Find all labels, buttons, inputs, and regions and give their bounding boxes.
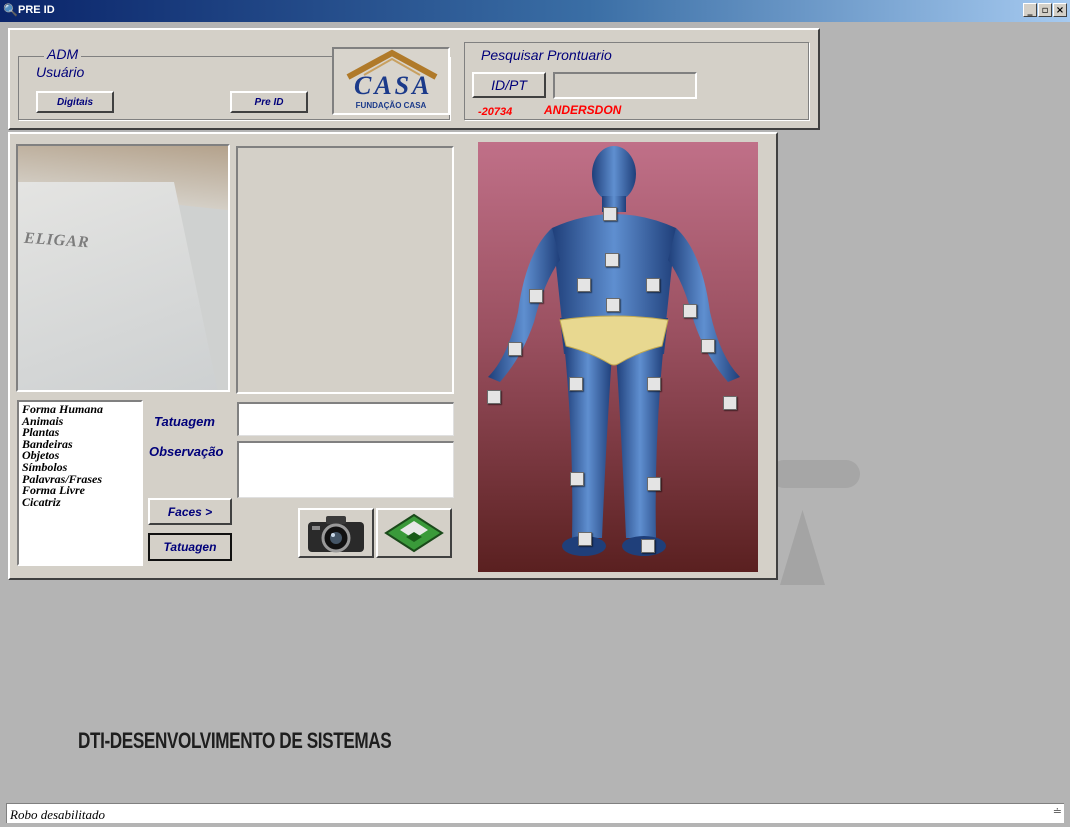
body-marker-neck[interactable]	[603, 207, 617, 221]
title-bar: 🔍 PRE ID _ ▫ ×	[0, 0, 1070, 22]
record-number: -20734	[478, 106, 513, 118]
tatuagen-button[interactable]: Tatuagen	[148, 533, 232, 561]
body-marker-left-shoulder[interactable]	[646, 278, 660, 292]
record-name: ANDERSDON	[544, 103, 622, 117]
category-item[interactable]: Cicatriz	[22, 496, 138, 509]
tattoo-category-list[interactable]: Forma Humana Animais Plantas Bandeiras Objet…	[17, 400, 143, 566]
body-marker-left-forearm[interactable]	[701, 339, 715, 353]
minimize-button[interactable]: _	[1023, 3, 1037, 17]
observacao-label: Observação	[149, 444, 224, 459]
webcam-preview: ELIGAR	[16, 144, 230, 392]
body-marker-left-thigh[interactable]	[647, 377, 661, 391]
floppy-disk-icon	[384, 513, 444, 553]
save-button[interactable]	[376, 508, 452, 558]
observacao-input[interactable]	[237, 441, 454, 498]
body-marker-right-hand[interactable]	[487, 390, 501, 404]
preid-button[interactable]: Pre ID	[230, 91, 308, 113]
body-map	[478, 142, 758, 572]
tatuagem-label: Tatuagem	[154, 414, 215, 429]
body-marker-right-forearm[interactable]	[508, 342, 522, 356]
logo-caption: FUNDAÇÃO CASA	[355, 101, 427, 110]
fundacao-casa-logo: CASA FUNDAÇÃO CASA	[332, 47, 450, 115]
watermark-shape	[770, 460, 860, 488]
photo-slot	[236, 146, 454, 394]
logo-brand: CASA	[354, 71, 433, 100]
close-button[interactable]: ×	[1053, 3, 1067, 17]
capture-photo-button[interactable]	[298, 508, 374, 558]
search-group-title: Pesquisar Prontuario	[478, 47, 615, 63]
body-marker-left-foot[interactable]	[641, 539, 655, 553]
status-text: Robo desabilitado	[10, 807, 105, 822]
body-marker-right-foot[interactable]	[578, 532, 592, 546]
webcam-scene	[18, 182, 218, 390]
tatuagem-input[interactable]	[237, 402, 454, 436]
body-marker-left-hand[interactable]	[723, 396, 737, 410]
status-bar: Robo desabilitado ≐	[6, 803, 1064, 823]
body-marker-right-shoulder[interactable]	[577, 278, 591, 292]
body-marker-chest[interactable]	[605, 253, 619, 267]
resize-grip-icon[interactable]: ≐	[1053, 805, 1062, 818]
body-marker-right-thigh[interactable]	[569, 377, 583, 391]
body-marker-left-shin[interactable]	[647, 477, 661, 491]
magnifier-icon: 🔍	[3, 3, 18, 17]
digitais-button[interactable]: Digitais	[36, 91, 114, 113]
watermark-text: DTI-DESENVOLVIMENTO DE SISTEMAS	[78, 728, 392, 753]
user-group-title: ADM	[44, 46, 82, 62]
faces-button[interactable]: Faces >	[148, 498, 232, 525]
body-figure-icon	[488, 146, 740, 556]
window-controls: _ ▫ ×	[1023, 3, 1067, 17]
body-marker-left-arm[interactable]	[683, 304, 697, 318]
body-marker-right-shin[interactable]	[570, 472, 584, 486]
user-group-subtitle: Usuário	[36, 64, 85, 80]
window-title: PRE ID	[18, 4, 55, 16]
body-marker-abdomen[interactable]	[606, 298, 620, 312]
idpt-button[interactable]: ID/PT	[472, 72, 546, 98]
watermark-shape	[780, 510, 825, 585]
camera-icon	[308, 516, 364, 553]
prontuario-search-input[interactable]	[553, 72, 697, 99]
body-marker-right-arm[interactable]	[529, 289, 543, 303]
maximize-button[interactable]: ▫	[1038, 3, 1052, 17]
